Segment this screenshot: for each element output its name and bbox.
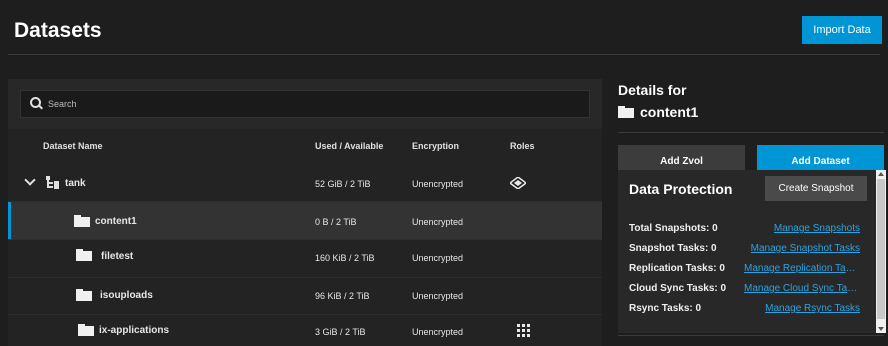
total-snapshots-label: Total Snapshots: 0 xyxy=(629,223,718,234)
create-snapshot-button[interactable]: Create Snapshot xyxy=(765,176,867,201)
cloud-sync-tasks-row: Cloud Sync Tasks: 0 Manage Cloud Sync Ta… xyxy=(618,283,876,303)
replication-tasks-label: Replication Tasks: 0 xyxy=(629,263,725,274)
manage-replication-tasks-link[interactable]: Manage Replication Tasks xyxy=(744,263,860,274)
folder-icon xyxy=(74,215,90,227)
cloud-sync-tasks-label: Cloud Sync Tasks: 0 xyxy=(629,283,727,294)
data-protection-title: Data Protection xyxy=(629,181,733,197)
dataset-usage: 52 GiB / 2 TiB xyxy=(315,179,371,189)
scroll-up-arrow-icon[interactable] xyxy=(878,172,884,176)
table-row-content1[interactable]: content1 0 B / 2 TiB Unencrypted xyxy=(8,202,602,239)
folder-icon xyxy=(76,249,92,261)
details-dataset-name: content1 xyxy=(640,104,699,120)
manage-cloud-sync-tasks-link[interactable]: Manage Cloud Sync Tasks xyxy=(744,283,860,294)
add-zvol-button[interactable]: Add Zvol xyxy=(618,145,745,170)
dataset-tree-icon xyxy=(46,176,62,190)
scroll-down-arrow-icon[interactable] xyxy=(878,327,884,331)
dataset-name: content1 xyxy=(95,216,137,227)
folder-icon xyxy=(618,106,634,118)
dataset-encryption: Unencrypted xyxy=(412,327,464,337)
table-row-tank[interactable]: tank 52 GiB / 2 TiB Unencrypted xyxy=(8,165,602,202)
dataset-encryption: Unencrypted xyxy=(412,179,464,189)
dataset-name: isouploads xyxy=(100,290,153,301)
apps-icon xyxy=(517,324,530,337)
replication-tasks-row: Replication Tasks: 0 Manage Replication … xyxy=(618,263,876,283)
rsync-tasks-label: Rsync Tasks: 0 xyxy=(629,303,702,314)
snapshot-tasks-row: Snapshot Tasks: 0 Manage Snapshot Tasks xyxy=(618,243,876,263)
dataset-usage: 96 KiB / 2 TiB xyxy=(315,291,370,301)
dataset-encryption: Unencrypted xyxy=(412,291,464,301)
dataset-tree-panel: Dataset Name Used / Available Encryption… xyxy=(8,79,602,346)
folder-icon xyxy=(76,289,92,301)
table-row-ix-applications[interactable]: ix-applications 3 GiB / 2 TiB Unencrypte… xyxy=(8,315,602,346)
search-input[interactable] xyxy=(48,99,548,109)
table-row-isouploads[interactable]: isouploads 96 KiB / 2 TiB Unencrypted xyxy=(8,278,602,315)
dataset-name: ix-applications xyxy=(99,325,170,336)
sharing-icon xyxy=(510,177,526,189)
snapshot-tasks-label: Snapshot Tasks: 0 xyxy=(629,243,717,254)
column-header-dataset-name[interactable]: Dataset Name xyxy=(43,141,103,151)
details-bottom-divider xyxy=(618,335,884,336)
page-title: Datasets xyxy=(14,19,102,42)
dataset-name: filetest xyxy=(101,251,134,262)
scrollbar-thumb[interactable] xyxy=(877,179,885,319)
table-row-filetest[interactable]: filetest 160 KiB / 2 TiB Unencrypted xyxy=(8,240,602,277)
header-divider xyxy=(8,54,880,55)
data-protection-card: Data Protection Create Snapshot Total Sn… xyxy=(618,170,876,333)
details-scrollbar[interactable] xyxy=(876,170,886,333)
search-icon xyxy=(30,97,44,111)
total-snapshots-row: Total Snapshots: 0 Manage Snapshots xyxy=(618,223,876,243)
column-header-used-available[interactable]: Used / Available xyxy=(315,141,383,151)
chevron-down-icon[interactable] xyxy=(24,174,36,186)
search-box[interactable] xyxy=(20,90,590,118)
dataset-usage: 3 GiB / 2 TiB xyxy=(315,327,366,337)
dataset-usage: 160 KiB / 2 TiB xyxy=(315,253,375,263)
folder-icon xyxy=(78,324,94,336)
rsync-tasks-row: Rsync Tasks: 0 Manage Rsync Tasks xyxy=(618,303,876,323)
dataset-usage: 0 B / 2 TiB xyxy=(315,217,357,227)
details-title: Details for xyxy=(618,82,687,98)
dataset-encryption: Unencrypted xyxy=(412,253,464,263)
add-dataset-button[interactable]: Add Dataset xyxy=(757,145,884,170)
manage-snapshots-link[interactable]: Manage Snapshots xyxy=(774,223,860,234)
dataset-name: tank xyxy=(65,178,86,189)
dataset-encryption: Unencrypted xyxy=(412,217,464,227)
manage-rsync-tasks-link[interactable]: Manage Rsync Tasks xyxy=(765,303,860,314)
search-bar xyxy=(8,79,602,129)
details-divider xyxy=(618,132,884,133)
selection-indicator xyxy=(8,202,11,239)
column-header-roles[interactable]: Roles xyxy=(510,141,535,151)
manage-snapshot-tasks-link[interactable]: Manage Snapshot Tasks xyxy=(751,243,860,254)
import-data-button[interactable]: Import Data xyxy=(802,16,882,44)
column-header-encryption[interactable]: Encryption xyxy=(412,141,459,151)
